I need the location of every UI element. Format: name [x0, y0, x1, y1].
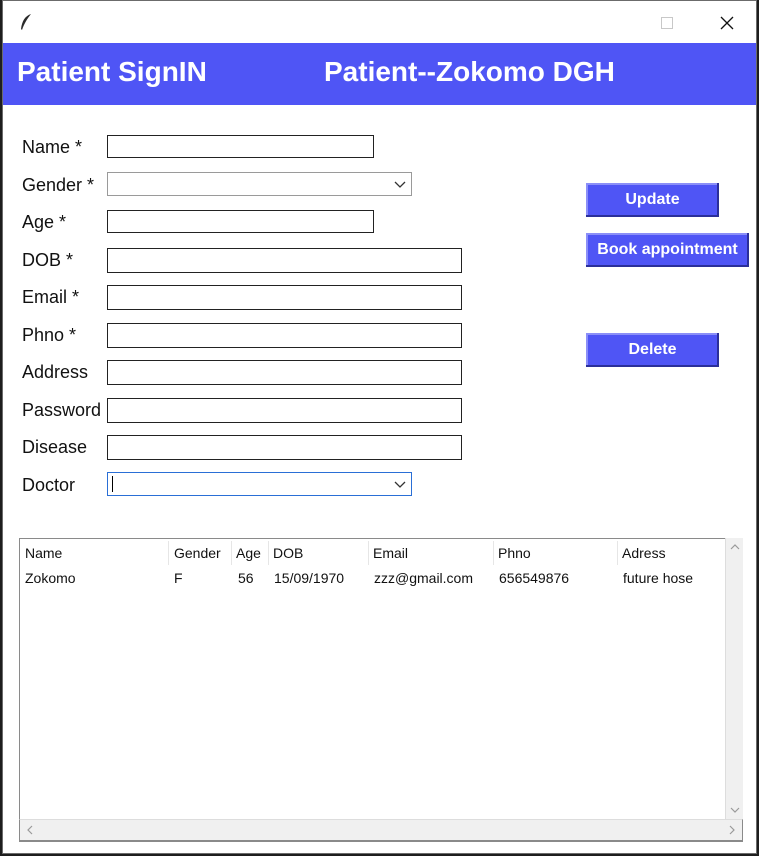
address-label: Address [22, 362, 89, 382]
column-divider[interactable] [268, 541, 269, 565]
table-header: Name Gender Age DOB Email Phno Adress [20, 541, 724, 565]
close-icon [720, 16, 734, 30]
title-bar[interactable] [3, 1, 756, 43]
header-banner: Patient SignIN Patient--Zokomo DGH [3, 43, 756, 105]
cell-email: zzz@gmail.com [374, 570, 474, 586]
column-divider[interactable] [368, 541, 369, 565]
column-header-email[interactable]: Email [373, 545, 408, 561]
horizontal-scrollbar[interactable] [19, 819, 743, 841]
disease-field[interactable] [107, 435, 462, 460]
column-header-adress[interactable]: Adress [622, 545, 666, 561]
gender-label: Gender * [22, 175, 95, 195]
update-button[interactable]: Update [586, 183, 719, 217]
table-row[interactable]: Zokomo F 56 15/09/1970 zzz@gmail.com 656… [20, 566, 724, 590]
scroll-right-icon[interactable] [725, 823, 739, 837]
scroll-left-icon[interactable] [23, 823, 37, 837]
close-button[interactable] [707, 9, 747, 37]
doctor-select[interactable] [107, 472, 412, 496]
address-field[interactable] [107, 360, 462, 385]
email-label: Email * [22, 287, 80, 307]
dob-label: DOB * [22, 250, 74, 270]
gender-select[interactable] [107, 172, 412, 196]
column-header-age[interactable]: Age [236, 545, 261, 561]
cell-phno: 656549876 [499, 570, 570, 586]
column-header-gender[interactable]: Gender [174, 545, 221, 561]
scroll-down-icon[interactable] [728, 803, 742, 817]
delete-button[interactable]: Delete [586, 333, 719, 367]
patients-table[interactable]: Name Gender Age DOB Email Phno Adress Zo… [19, 538, 743, 842]
column-divider[interactable] [493, 541, 494, 565]
column-divider[interactable] [168, 541, 169, 565]
maximize-icon [661, 17, 673, 29]
app-window: Patient SignIN Patient--Zokomo DGH Name … [2, 0, 757, 854]
vertical-scrollbar[interactable] [725, 538, 743, 819]
name-label: Name * [22, 137, 83, 157]
page-title: Patient SignIN [17, 56, 207, 87]
minimize-icon [577, 22, 589, 24]
name-field[interactable] [107, 135, 374, 158]
doctor-label: Doctor [22, 475, 76, 495]
feather-icon [21, 14, 31, 30]
column-divider[interactable] [231, 541, 232, 565]
email-field[interactable] [107, 285, 462, 310]
minimize-button[interactable] [563, 9, 603, 37]
cell-age: 56 [238, 570, 254, 586]
column-divider[interactable] [617, 541, 618, 565]
maximize-button[interactable] [647, 9, 687, 37]
password-label: Password [22, 400, 102, 420]
chevron-down-icon [394, 181, 406, 188]
phno-label: Phno * [22, 325, 77, 345]
age-label: Age * [22, 212, 67, 232]
password-field[interactable] [107, 398, 462, 423]
column-header-name[interactable]: Name [25, 545, 62, 561]
cell-gender: F [174, 570, 183, 586]
cell-name: Zokomo [25, 570, 76, 586]
age-field[interactable] [107, 210, 374, 233]
disease-label: Disease [22, 437, 88, 457]
text-cursor [112, 476, 113, 492]
dob-field[interactable] [107, 248, 462, 273]
patient-title: Patient--Zokomo DGH [324, 56, 615, 87]
book-appointment-button[interactable]: Book appointment [586, 233, 749, 267]
chevron-down-icon [394, 481, 406, 488]
cell-adress: future hose [623, 570, 694, 586]
column-header-dob[interactable]: DOB [273, 545, 303, 561]
phno-field[interactable] [107, 323, 462, 348]
column-header-phno[interactable]: Phno [498, 545, 531, 561]
scroll-up-icon[interactable] [728, 540, 742, 554]
cell-dob: 15/09/1970 [274, 570, 345, 586]
